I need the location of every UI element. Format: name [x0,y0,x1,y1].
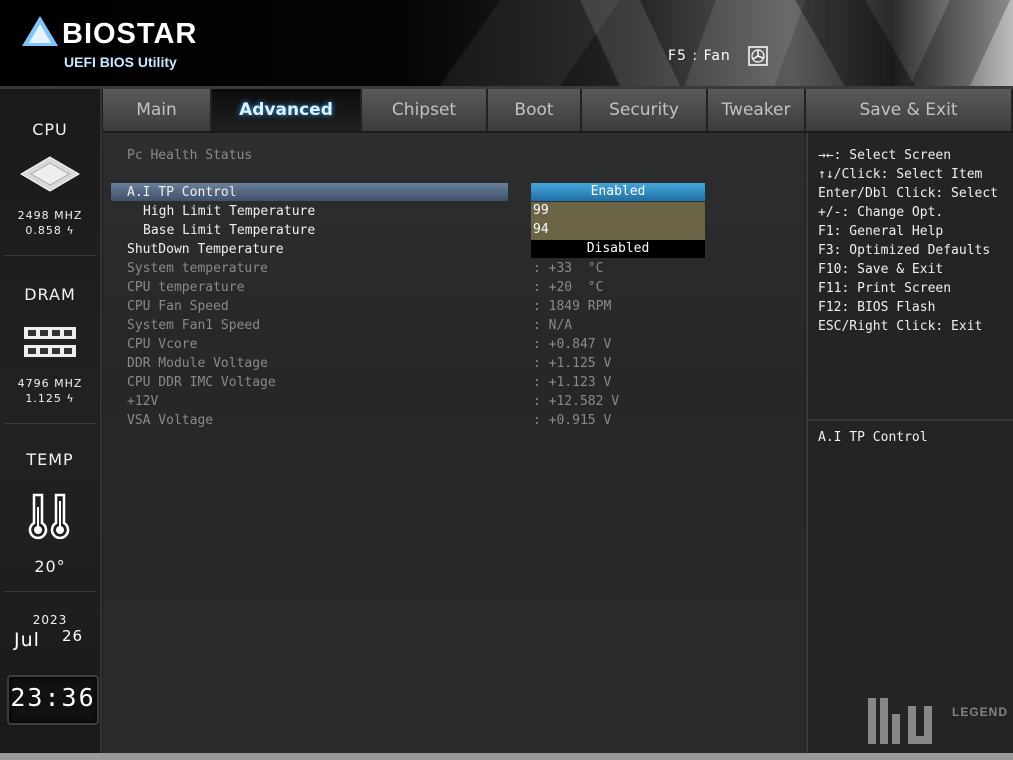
cpu-voltage: 0.858 ϟ [25,224,75,237]
legend-watermark: LEGEND [866,692,1011,752]
date-month: Jul [14,629,40,651]
reading-label: +12V [127,394,159,409]
bios-header: BIOSTAR UEFI BIOS Utility F5 : Fan [0,0,1013,86]
tab-tweaker[interactable]: Tweaker [708,89,806,131]
cpu-frequency: 2498 MHZ [17,209,83,222]
brand-name: BIOSTAR [62,18,198,50]
reading-label: CPU Fan Speed [127,299,229,314]
fan-hotkey-hint[interactable]: F5 : Fan [668,48,731,64]
setting-shutdown-temperature[interactable]: ShutDown Temperature [127,240,284,259]
biostar-logo: BIOSTAR UEFI BIOS Utility [20,12,210,74]
sidebar-divider [4,255,96,256]
reading-value: : +1.125 V [533,356,612,371]
setting-high-limit-temperature[interactable]: High Limit Temperature [143,202,315,221]
tab-security[interactable]: Security [582,89,708,131]
biostar-logo-mark-icon [22,16,58,46]
help-panel: →←: Select Screen ↑↓/Click: Select Item … [806,133,1013,753]
reading-value: : +12.582 V [533,394,620,409]
settings-panel: Pc Health Status A.I TP Control Enabled … [103,133,805,753]
reading-label: CPU temperature [127,280,245,295]
sidebar-divider [4,591,96,592]
fan-icon[interactable] [748,46,768,66]
reading-label: CPU DDR IMC Voltage [127,375,276,390]
base-limit-temperature-input[interactable]: 94 [531,221,705,240]
dram-title: DRAM [24,285,76,304]
reading-value: : +1.123 V [533,375,612,390]
cpu-chip-icon [20,156,80,192]
help-key-line: F11: Print Screen [818,281,952,296]
help-description: A.I TP Control [818,430,928,445]
tab-bar: Main Advanced Chipset Boot Security Twea… [103,89,1013,133]
thermometer-icon [28,493,70,540]
temp-title: TEMP [26,450,74,469]
clock-time: 23:36 [10,683,96,712]
high-limit-temperature-input[interactable]: 99 [531,202,705,221]
tab-save-exit[interactable]: Save & Exit [806,89,1013,131]
help-key-line: F1: General Help [818,224,944,239]
bottom-bar [0,753,1013,760]
tab-chipset[interactable]: Chipset [362,89,488,131]
tab-boot[interactable]: Boot [488,89,582,131]
cpu-title: CPU [32,120,68,139]
date-day: 26 [62,627,84,645]
help-key-line: ↑↓/Click: Select Item [818,167,983,182]
help-key-line: +/-: Change Opt. [818,205,944,220]
setting-base-limit-temperature[interactable]: Base Limit Temperature [143,221,315,240]
legend-watermark-logo-icon [868,698,932,744]
help-divider [808,419,1013,421]
tab-advanced[interactable]: Advanced [212,89,362,131]
watermark-word: LEGEND [952,705,1009,719]
sidebar-divider [4,423,96,424]
dram-frequency: 4796 MHZ [17,377,83,390]
date-year: 2023 [32,613,68,627]
reading-label: VSA Voltage [127,413,214,428]
help-key-line: F10: Save & Exit [818,262,944,277]
ai-tp-control-value[interactable]: Enabled [531,183,705,201]
temp-value: 20° [34,557,66,576]
help-key-line: F3: Optimized Defaults [818,243,991,258]
reading-value: : N/A [533,318,573,333]
reading-value: : +0.915 V [533,413,612,428]
reading-value: : +20 °C [533,280,604,295]
reading-value: : +33 °C [533,261,604,276]
status-sidebar: CPU 2498 MHZ 0.858 ϟ DRAM 4796 MHZ 1.125… [0,89,102,760]
help-key-line: →←: Select Screen [818,148,952,163]
dram-voltage: 1.125 ϟ [25,392,75,405]
shutdown-temperature-value[interactable]: Disabled [531,240,705,258]
help-key-line: F12: BIOS Flash [818,300,936,315]
setting-ai-tp-control[interactable]: A.I TP Control [127,183,237,202]
reading-value: : 1849 RPM [533,299,612,314]
section-title: Pc Health Status [127,148,253,163]
clock: 23:36 [7,675,99,725]
tab-main[interactable]: Main [103,89,212,131]
reading-value: : +0.847 V [533,337,612,352]
help-key-line: Enter/Dbl Click: Select [818,186,999,201]
reading-label: DDR Module Voltage [127,356,268,371]
help-key-line: ESC/Right Click: Exit [818,319,983,334]
reading-label: System Fan1 Speed [127,318,261,333]
reading-label: System temperature [127,261,268,276]
dram-module-icon [24,327,76,357]
reading-label: CPU Vcore [127,337,198,352]
utility-name: UEFI BIOS Utility [64,54,177,70]
